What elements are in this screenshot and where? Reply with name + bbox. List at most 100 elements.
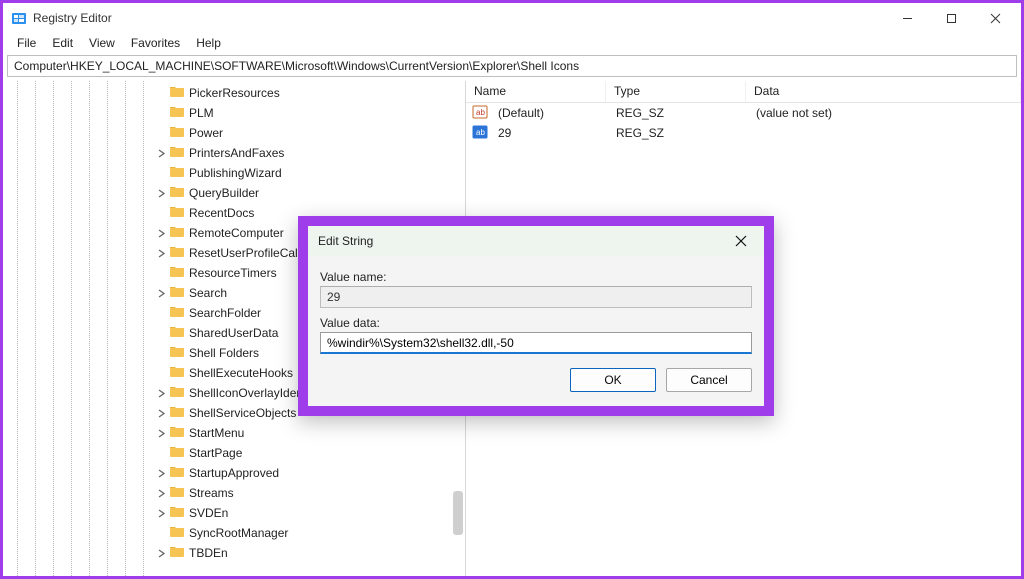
folder-icon <box>169 225 189 242</box>
tree-item-label: Shell Folders <box>189 346 259 360</box>
tree-item-label: StartMenu <box>189 426 244 440</box>
tree-item-label: QueryBuilder <box>189 186 259 200</box>
value-type: REG_SZ <box>608 126 748 140</box>
tree-item-label: RemoteComputer <box>189 226 284 240</box>
tree-item-label: Search <box>189 286 227 300</box>
tree-item-label: PLM <box>189 106 214 120</box>
tree-item-label: ResourceTimers <box>189 266 277 280</box>
column-name[interactable]: Name <box>466 81 606 102</box>
folder-icon <box>169 345 189 362</box>
value-name-label: Value name: <box>320 270 752 284</box>
expand-toggle[interactable] <box>153 249 169 258</box>
tree-item[interactable]: StartPage <box>3 443 465 463</box>
menu-view[interactable]: View <box>81 36 123 50</box>
edit-string-dialog: Edit String Value name: 29 Value data: O… <box>308 226 764 406</box>
tree-item[interactable]: PrintersAndFaxes <box>3 143 465 163</box>
menu-file[interactable]: File <box>9 36 44 50</box>
expand-toggle[interactable] <box>153 469 169 478</box>
tree-item-label: SVDEn <box>189 506 228 520</box>
titlebar: Registry Editor <box>3 3 1021 33</box>
folder-icon <box>169 105 189 122</box>
cancel-button[interactable]: Cancel <box>666 368 752 392</box>
close-button[interactable] <box>973 4 1017 32</box>
value-data: (value not set) <box>748 106 1021 120</box>
expand-toggle[interactable] <box>153 489 169 498</box>
menu-favorites[interactable]: Favorites <box>123 36 188 50</box>
tree-item-label: SearchFolder <box>189 306 261 320</box>
tree-item[interactable]: PublishingWizard <box>3 163 465 183</box>
tree-item-label: RecentDocs <box>189 206 254 220</box>
tree-item-label: Streams <box>189 486 234 500</box>
tree-item[interactable]: StartupApproved <box>3 463 465 483</box>
folder-icon <box>169 365 189 382</box>
tree-item-label: ShellExecuteHooks <box>189 366 293 380</box>
expand-toggle[interactable] <box>153 229 169 238</box>
tree-scrollbar-thumb[interactable] <box>453 491 463 535</box>
tree-item-label: Power <box>189 126 223 140</box>
folder-icon <box>169 285 189 302</box>
value-icon: ab <box>466 104 490 123</box>
svg-text:ab: ab <box>476 128 485 137</box>
tree-item-label: TBDEn <box>189 546 228 560</box>
folder-icon <box>169 525 189 542</box>
folder-icon <box>169 385 189 402</box>
value-icon: ab <box>466 124 490 143</box>
expand-toggle[interactable] <box>153 429 169 438</box>
folder-icon <box>169 325 189 342</box>
minimize-button[interactable] <box>885 4 929 32</box>
menu-edit[interactable]: Edit <box>44 36 81 50</box>
folder-icon <box>169 265 189 282</box>
value-name-field: 29 <box>320 286 752 308</box>
folder-icon <box>169 405 189 422</box>
folder-icon <box>169 205 189 222</box>
tree-item[interactable]: TBDEn <box>3 543 465 563</box>
folder-icon <box>169 125 189 142</box>
tree-item[interactable]: PLM <box>3 103 465 123</box>
expand-toggle[interactable] <box>153 409 169 418</box>
value-row[interactable]: ab 29REG_SZ <box>466 123 1021 143</box>
tree-item-label: StartPage <box>189 446 242 460</box>
folder-icon <box>169 305 189 322</box>
expand-toggle[interactable] <box>153 389 169 398</box>
tree-item[interactable]: PickerResources <box>3 83 465 103</box>
maximize-button[interactable] <box>929 4 973 32</box>
column-type[interactable]: Type <box>606 81 746 102</box>
tree-item[interactable]: SyncRootManager <box>3 523 465 543</box>
tree-item[interactable]: Streams <box>3 483 465 503</box>
tree-item-label: ShellServiceObjects <box>189 406 296 420</box>
tree-item-label: SharedUserData <box>189 326 278 340</box>
svg-text:ab: ab <box>476 108 485 117</box>
expand-toggle[interactable] <box>153 509 169 518</box>
tree-item[interactable]: QueryBuilder <box>3 183 465 203</box>
folder-icon <box>169 185 189 202</box>
expand-toggle[interactable] <box>153 189 169 198</box>
tree-item[interactable]: Power <box>3 123 465 143</box>
folder-icon <box>169 505 189 522</box>
value-name: 29 <box>490 126 608 140</box>
tree-item[interactable]: StartMenu <box>3 423 465 443</box>
address-bar[interactable]: Computer\HKEY_LOCAL_MACHINE\SOFTWARE\Mic… <box>7 55 1017 77</box>
column-data[interactable]: Data <box>746 81 1021 102</box>
value-type: REG_SZ <box>608 106 748 120</box>
dialog-close-button[interactable] <box>728 235 754 247</box>
folder-icon <box>169 85 189 102</box>
tree-item-label: PrintersAndFaxes <box>189 146 284 160</box>
expand-toggle[interactable] <box>153 289 169 298</box>
address-text: Computer\HKEY_LOCAL_MACHINE\SOFTWARE\Mic… <box>14 59 579 73</box>
edit-string-dialog-highlight: Edit String Value name: 29 Value data: O… <box>298 216 774 416</box>
ok-button[interactable]: OK <box>570 368 656 392</box>
value-row[interactable]: ab (Default)REG_SZ(value not set) <box>466 103 1021 123</box>
expand-toggle[interactable] <box>153 149 169 158</box>
tree-item-label: PickerResources <box>189 86 280 100</box>
app-icon <box>11 10 27 26</box>
folder-icon <box>169 145 189 162</box>
tree-item-label: StartupApproved <box>189 466 279 480</box>
expand-toggle[interactable] <box>153 549 169 558</box>
value-data-field[interactable] <box>320 332 752 354</box>
values-header: Name Type Data <box>466 81 1021 103</box>
folder-icon <box>169 485 189 502</box>
value-name: (Default) <box>490 106 608 120</box>
folder-icon <box>169 445 189 462</box>
menu-help[interactable]: Help <box>188 36 229 50</box>
tree-item[interactable]: SVDEn <box>3 503 465 523</box>
